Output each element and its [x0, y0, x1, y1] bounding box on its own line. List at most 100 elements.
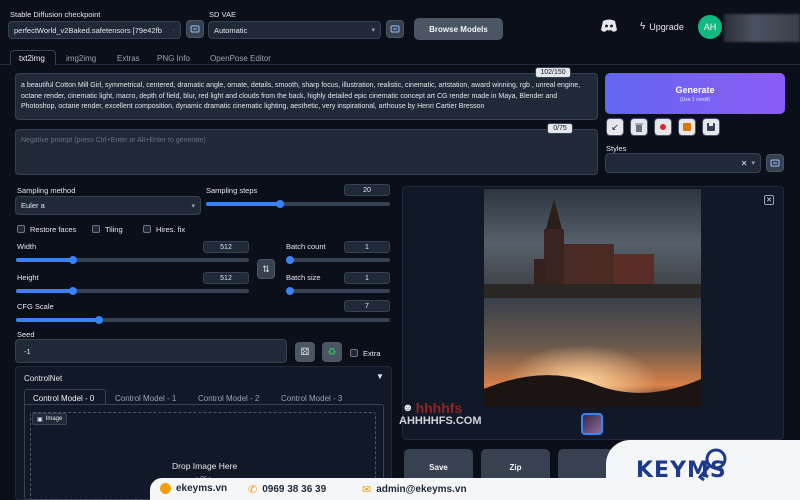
- close-icon[interactable]: ✕: [764, 195, 774, 205]
- footer-email[interactable]: ✉ admin@ekeyms.vn: [362, 483, 467, 496]
- batch-count-input[interactable]: 1: [344, 241, 390, 253]
- swap-dimensions-button[interactable]: ⇅: [257, 259, 275, 279]
- slider-thumb[interactable]: [276, 200, 284, 208]
- upgrade-button[interactable]: ϟ Upgrade: [640, 21, 684, 32]
- chevron-down-icon: ·: [172, 26, 175, 34]
- tab-control-model-3[interactable]: Control Model - 3: [281, 394, 342, 403]
- height-input[interactable]: 512: [203, 272, 249, 284]
- tiling-checkbox[interactable]: [92, 225, 100, 233]
- phone-icon: ✆: [248, 484, 258, 496]
- image-chip: ▣ Image: [32, 413, 68, 425]
- watermark-site: AHHHHFS.COM: [399, 415, 482, 427]
- cfg-scale-input[interactable]: 7: [344, 300, 390, 312]
- sampling-method-label: Sampling method: [17, 186, 76, 195]
- slider-fill: [16, 289, 72, 293]
- generate-button[interactable]: Generate (Use 1 credit): [605, 73, 785, 114]
- height-label: Height: [17, 273, 39, 282]
- width-slider[interactable]: [16, 256, 249, 264]
- checkpoint-value: perfectWorld_v2Baked.safetensors [79e42f…: [14, 25, 162, 35]
- collapse-triangle-icon[interactable]: ▼: [376, 372, 384, 381]
- browse-models-button[interactable]: Browse Models: [414, 18, 503, 40]
- mascot-icon: ☻: [402, 402, 414, 414]
- refresh-checkpoint-button[interactable]: [186, 20, 204, 38]
- refresh-icon: [770, 159, 780, 167]
- avatar[interactable]: AH: [698, 15, 722, 39]
- trash-icon: [635, 123, 643, 132]
- refresh-icon: [390, 25, 400, 33]
- tab-control-model-2[interactable]: Control Model - 2: [198, 394, 259, 403]
- slider-thumb[interactable]: [286, 287, 294, 295]
- apply-style-button[interactable]: [678, 118, 696, 136]
- checkpoint-select[interactable]: perfectWorld_v2Baked.safetensors [79e42f…: [8, 21, 181, 39]
- footer-phone-text: 0969 38 36 39: [262, 484, 327, 495]
- tab-divider: [0, 64, 800, 65]
- width-label: Width: [17, 242, 37, 251]
- slider-fill: [16, 258, 72, 262]
- restore-faces-checkbox[interactable]: [17, 225, 25, 233]
- hires-fix-checkbox[interactable]: [143, 225, 151, 233]
- clear-prompt-button[interactable]: [630, 118, 648, 136]
- slider-thumb[interactable]: [95, 316, 103, 324]
- height-slider[interactable]: [16, 287, 249, 295]
- negative-token-counter: 0/75: [547, 123, 573, 134]
- discord-icon[interactable]: [600, 19, 618, 33]
- sampling-steps-slider[interactable]: [206, 200, 390, 208]
- read-params-button[interactable]: ↙: [606, 118, 624, 136]
- cfg-scale-slider[interactable]: [16, 316, 390, 324]
- batch-count-slider[interactable]: [286, 256, 390, 264]
- image-chip-label: Image: [45, 416, 63, 422]
- sampling-method-select[interactable]: Euler a ▾: [15, 196, 201, 215]
- clipboard-icon: [683, 123, 691, 131]
- sampling-steps-input[interactable]: 20: [344, 184, 390, 196]
- extra-label: Extra: [363, 349, 381, 358]
- clear-x-icon[interactable]: ✕: [741, 159, 748, 168]
- styles-label: Styles: [606, 144, 627, 153]
- generate-label: Generate: [675, 84, 715, 95]
- width-input[interactable]: 512: [203, 241, 249, 253]
- styles-select[interactable]: ✕ ▾: [605, 153, 761, 173]
- tab-img2img[interactable]: img2img: [66, 54, 96, 63]
- controlnet-title: ControlNet: [24, 374, 63, 383]
- batch-size-input[interactable]: 1: [344, 272, 390, 284]
- batch-size-slider[interactable]: [286, 287, 390, 295]
- arrow-icon: ↙: [611, 121, 619, 132]
- image-thumbnail[interactable]: [581, 413, 603, 435]
- extra-checkbox[interactable]: [350, 349, 358, 357]
- slider-thumb[interactable]: [286, 256, 294, 264]
- extra-networks-button[interactable]: [654, 118, 672, 136]
- refresh-icon: [190, 25, 200, 33]
- tab-openpose-editor[interactable]: OpenPose Editor: [210, 54, 271, 63]
- checkpoint-label: Stable Diffusion checkpoint: [10, 10, 101, 19]
- mail-icon: ✉: [362, 484, 372, 496]
- generate-credit-note: (Use 1 credit): [679, 96, 710, 103]
- batch-size-label: Batch size: [286, 273, 321, 282]
- vae-value: Automatic: [214, 25, 248, 35]
- refresh-styles-button[interactable]: [766, 154, 784, 172]
- keyms-brand: KEYMS: [636, 458, 727, 483]
- refresh-vae-button[interactable]: [386, 20, 404, 38]
- tab-txt2img[interactable]: txt2img: [19, 54, 45, 63]
- batch-count-label: Batch count: [286, 242, 326, 251]
- footer-email-text: admin@ekeyms.vn: [376, 484, 467, 495]
- footer-phone[interactable]: ✆ 0969 38 36 39: [248, 483, 326, 496]
- footer-website[interactable]: ekeyms.vn: [160, 483, 227, 494]
- slider-thumb[interactable]: [69, 287, 77, 295]
- prompt-textarea[interactable]: a beautiful Cotton Mill Girl, symmetrica…: [15, 73, 598, 120]
- chevron-down-icon: ▾: [191, 202, 195, 210]
- tab-control-model-0[interactable]: Control Model - 0: [33, 394, 94, 403]
- drop-image-text: Drop Image Here: [172, 461, 238, 471]
- tab-extras[interactable]: Extras: [117, 54, 140, 63]
- negative-prompt-textarea[interactable]: Negative prompt (press Ctrl+Enter or Alt…: [15, 129, 598, 175]
- tab-png-info[interactable]: PNG Info: [157, 54, 190, 63]
- seed-input[interactable]: -1: [15, 339, 287, 363]
- slider-thumb[interactable]: [69, 256, 77, 264]
- save-style-button[interactable]: [702, 118, 720, 136]
- random-seed-button[interactable]: ⚄: [295, 342, 315, 362]
- hires-fix-label: Hires. fix: [156, 225, 186, 234]
- tab-control-model-1[interactable]: Control Model - 1: [115, 394, 176, 403]
- generated-image[interactable]: [484, 189, 701, 407]
- reuse-seed-button[interactable]: ♻: [322, 342, 342, 362]
- footer-website-text: ekeyms.vn: [176, 483, 228, 494]
- vae-select[interactable]: Automatic ▾: [208, 21, 381, 39]
- slider-fill: [16, 318, 98, 322]
